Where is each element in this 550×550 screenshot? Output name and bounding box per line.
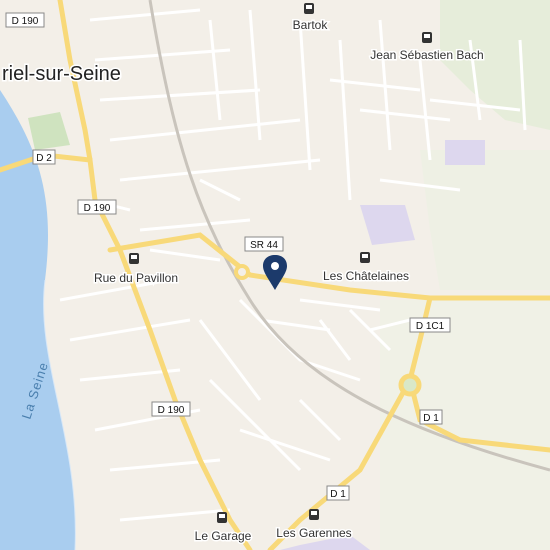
road-shield-d1-south: D 1 [326, 485, 350, 501]
roundabout [398, 373, 422, 397]
green-area [420, 150, 550, 290]
bus-stop-icon [360, 252, 370, 263]
place-label: Les Garennes [276, 526, 351, 540]
road-shield-d190-top: D 190 [5, 12, 45, 28]
road-shield-d1c1: D 1C1 [409, 317, 451, 333]
school-area [445, 140, 485, 165]
roundabout [234, 264, 250, 280]
svg-text:D 1C1: D 1C1 [416, 321, 445, 332]
road-shield-sr44: SR 44 [244, 236, 284, 252]
road-shield-d190-low: D 190 [151, 401, 191, 417]
bus-stop-icon [129, 253, 139, 264]
svg-text:D 190: D 190 [158, 405, 185, 416]
place-label: Rue du Pavillon [94, 271, 178, 285]
svg-text:D 1: D 1 [330, 489, 346, 500]
bus-stop-icon [304, 3, 314, 14]
place-label: Le Garage [195, 529, 252, 543]
svg-text:SR 44: SR 44 [250, 240, 278, 251]
bus-stop-icon [309, 509, 319, 520]
svg-text:D 1: D 1 [423, 413, 439, 424]
road-shield-d1-east: D 1 [419, 409, 443, 425]
green-area [380, 300, 550, 550]
bus-stop-icon [422, 32, 432, 43]
road-shield-d190-mid: D 190 [77, 199, 117, 215]
place-label: Jean Sébastien Bach [370, 48, 483, 62]
svg-text:D 2: D 2 [36, 153, 52, 164]
svg-text:D 190: D 190 [12, 16, 39, 27]
place-label: Bartok [293, 18, 329, 32]
svg-text:D 190: D 190 [84, 203, 111, 214]
place-label: Les Châtelaines [323, 269, 409, 283]
map-canvas[interactable]: La Seine riel-sur-Seine D 190 D 2 D 190 … [0, 0, 550, 550]
map-view[interactable]: La Seine riel-sur-Seine D 190 D 2 D 190 … [0, 0, 550, 550]
town-label: riel-sur-Seine [2, 63, 121, 85]
road-shield-d2: D 2 [32, 149, 56, 165]
bus-stop-icon [217, 512, 227, 523]
